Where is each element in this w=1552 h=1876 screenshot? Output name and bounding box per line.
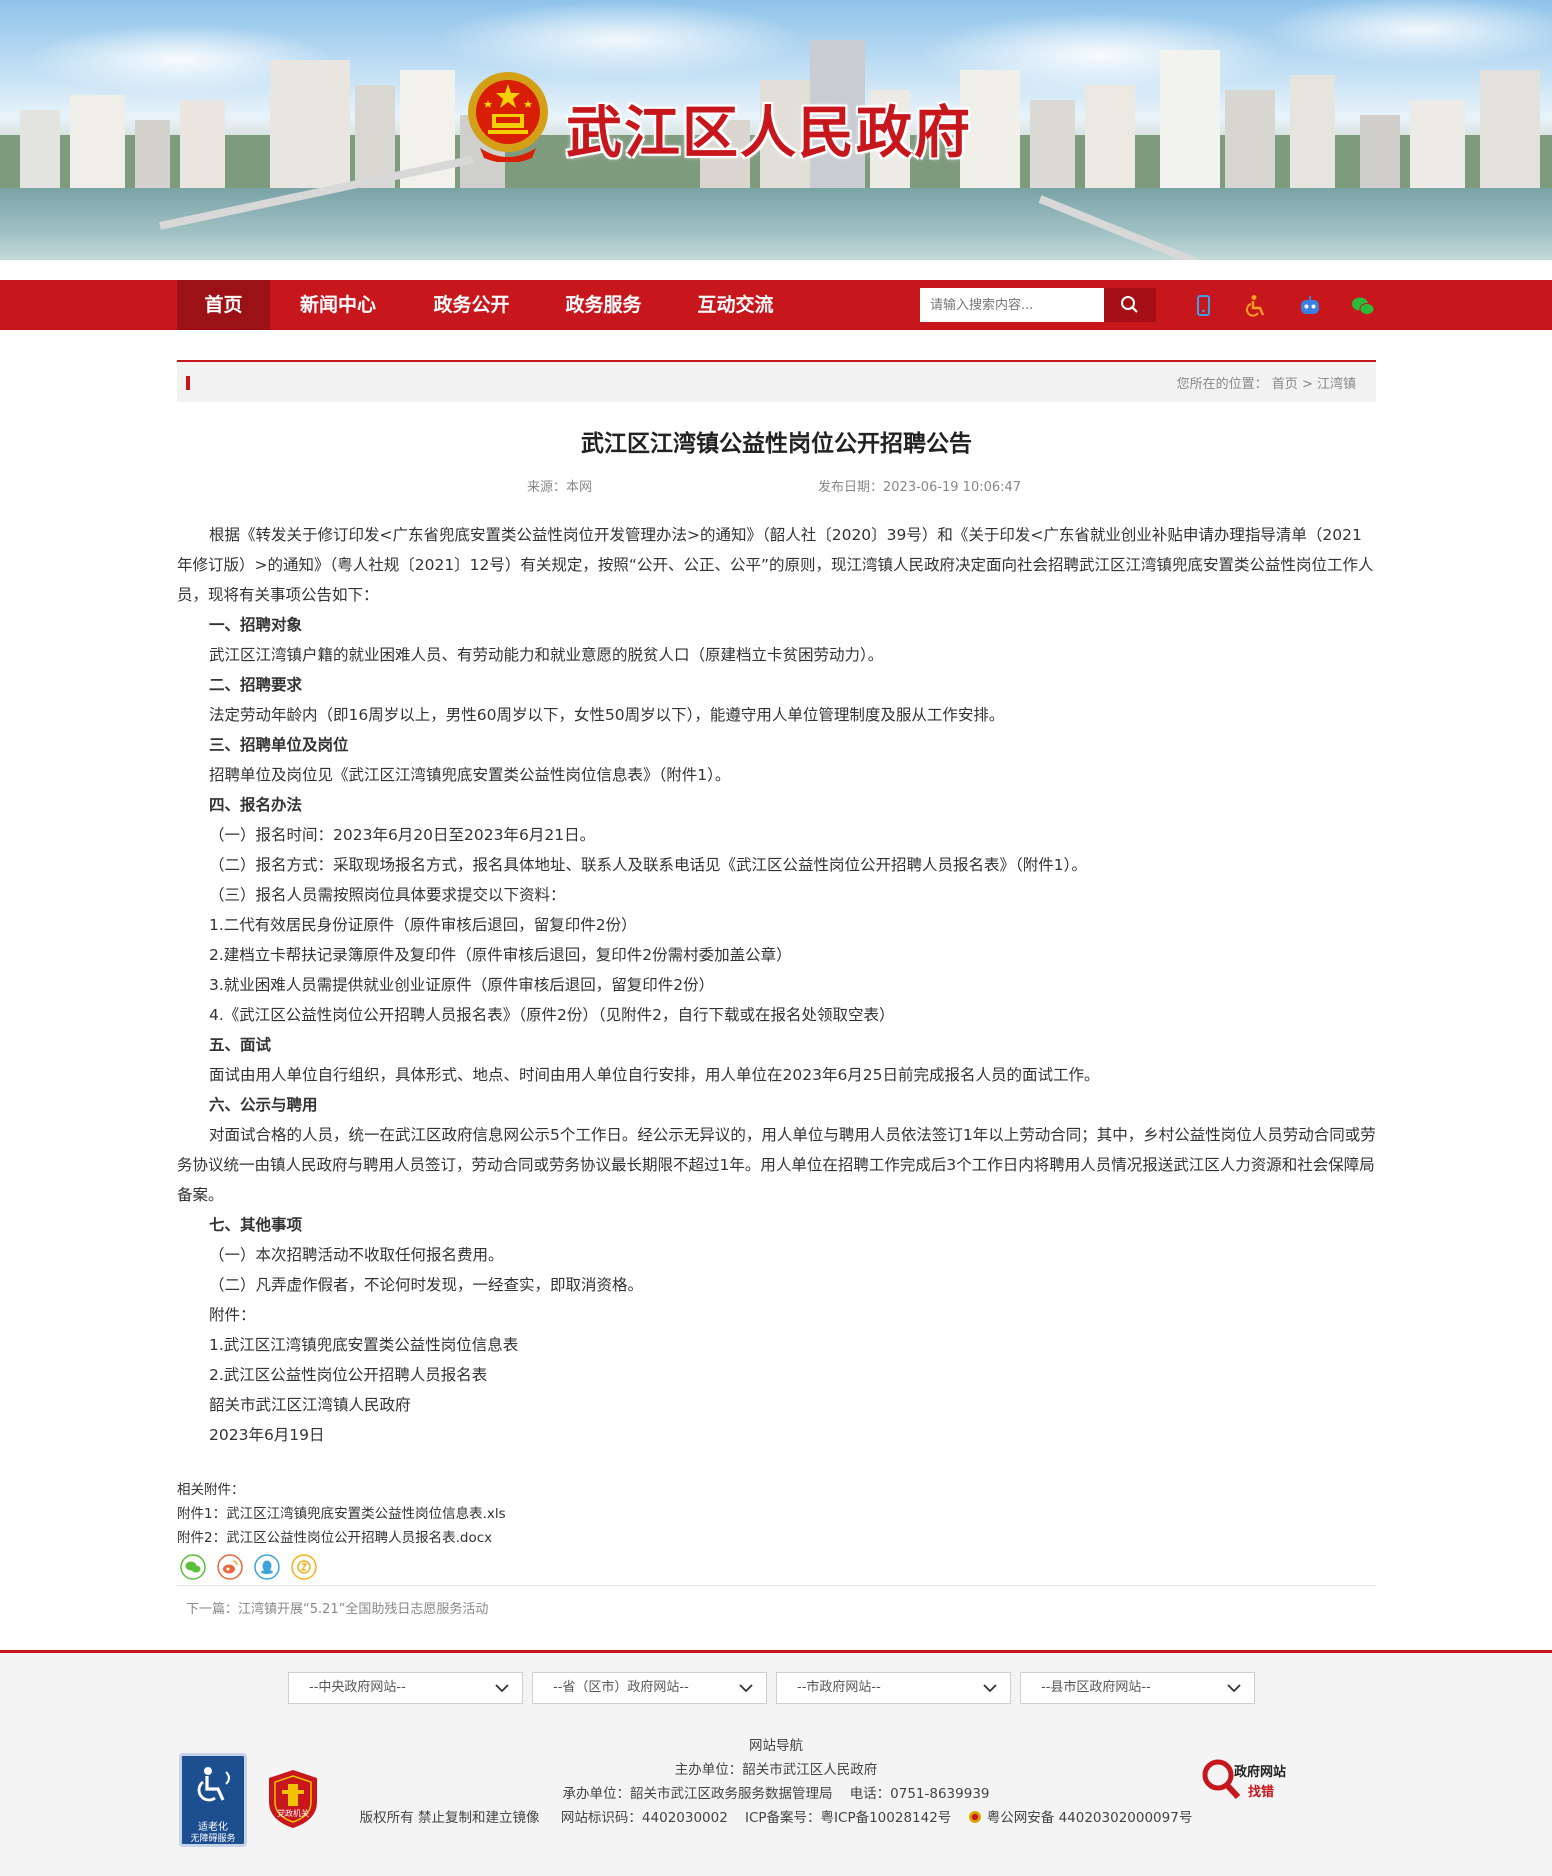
nav-item-gov-open[interactable]: 政务公开 xyxy=(406,280,537,330)
section-text: （二）报名方式：采取现场报名方式，报名具体地址、联系人及联系电话见《武江区公益性… xyxy=(209,856,1087,874)
police-record-link[interactable]: 粤公网安备 44020302000097号 xyxy=(987,1810,1193,1826)
select-value: --省（区市）政府网站-- xyxy=(553,1680,689,1695)
sitemap-link[interactable]: 网站导航 xyxy=(749,1738,803,1754)
organizer-text: 承办单位：韶关市武江区政务服务数据管理局 xyxy=(562,1786,833,1802)
icp-link[interactable]: ICP备案号：粤ICP备10028142号 xyxy=(745,1810,951,1826)
county-gov-sites-select[interactable]: --县市区政府网站-- xyxy=(1020,1672,1255,1704)
section-text: 1.二代有效居民身份证原件（原件审核后退回，留复印件2份） xyxy=(209,916,637,934)
accessibility-icon[interactable] xyxy=(1243,293,1269,319)
section-text: 法定劳动年龄内（即16周岁以上，男性60周岁以下，女性50周岁以下），能遵守用人… xyxy=(209,706,1005,724)
header-banner: 武江区人民政府 xyxy=(0,0,1552,260)
select-value: --中央政府网站-- xyxy=(309,1680,406,1695)
error-badge-line1: 政府网站 xyxy=(1234,1765,1287,1780)
province-gov-sites-select[interactable]: --省（区市）政府网站-- xyxy=(532,1672,767,1704)
river xyxy=(0,188,1552,260)
copyright-text: 版权所有 禁止复制和建立镜像 xyxy=(359,1810,540,1826)
breadcrumb-current-link[interactable]: 江湾镇 xyxy=(1317,377,1356,392)
attachment-link-docx[interactable]: 附件2：武江区公益性岗位公开招聘人员报名表.docx xyxy=(177,1530,492,1546)
section-text: （一）本次招聘活动不收取任何报名费用。 xyxy=(209,1246,504,1264)
section-text: （一）报名时间：2023年6月20日至2023年6月21日。 xyxy=(209,826,596,844)
breadcrumb-marker xyxy=(186,376,190,390)
signature-org: 韶关市武江区江湾镇人民政府 xyxy=(209,1396,411,1414)
article-title: 武江区江湾镇公益性岗位公开招聘公告 xyxy=(581,431,972,457)
attachment-heading: 附件： xyxy=(209,1306,256,1324)
section-text: 2.建档立卡帮扶记录簿原件及复印件（原件审核后退回，复印件2份需村委加盖公章） xyxy=(209,946,792,964)
section-heading: 三、招聘单位及岗位 xyxy=(209,736,349,754)
party-gov-label: 党政机关 xyxy=(277,1809,309,1818)
police-badge-icon xyxy=(969,1811,982,1823)
signature-date: 2023年6月19日 xyxy=(209,1426,325,1444)
party-gov-badge[interactable]: 党政机关 xyxy=(266,1768,320,1830)
nav-item-home[interactable]: 首页 xyxy=(177,280,270,330)
section-heading: 七、其他事项 xyxy=(209,1216,303,1234)
related-attachments: 相关附件： 附件1：武江区江湾镇兜底安置类公益性岗位信息表.xls 附件2：武江… xyxy=(177,1478,506,1550)
national-emblem-icon xyxy=(468,72,548,162)
wheelchair-icon xyxy=(197,1767,230,1802)
section-text: 4.《武江区公益性岗位公开招聘人员报名表》（原件2份）（见附件2，自行下载或在报… xyxy=(209,1006,895,1024)
nav-item-interaction[interactable]: 互动交流 xyxy=(670,280,801,330)
section-text: 武江区江湾镇户籍的就业困难人员、有劳动能力和就业意愿的脱贫人口（原建档立卡贫困劳… xyxy=(209,646,884,664)
mobile-icon[interactable] xyxy=(1190,293,1216,319)
attachment-item: 2.武江区公益性岗位公开招聘人员报名表 xyxy=(209,1366,488,1384)
breadcrumb-separator: > xyxy=(1301,377,1313,392)
nav-item-gov-service[interactable]: 政务服务 xyxy=(537,280,670,330)
section-text: 3.就业困难人员需提供就业创业证原件（原件审核后退回，留复印件2份） xyxy=(209,976,715,994)
elderly-accessibility-badge[interactable]: 适老化 无障碍服务 xyxy=(179,1753,247,1847)
error-badge-line2: 找错 xyxy=(1248,1785,1275,1800)
section-text: 招聘单位及岗位见《武江区江湾镇兜底安置类公益性岗位信息表》（附件1）。 xyxy=(209,766,731,784)
chevron-down-icon xyxy=(495,1684,509,1693)
search-button[interactable] xyxy=(1104,288,1156,322)
section-heading: 六、公示与聘用 xyxy=(209,1096,318,1114)
article-body: 根据《转发关于修订印发<广东省兜底安置类公益性岗位开发管理办法>的通知》（韶人社… xyxy=(177,520,1376,1450)
party-gov-emblem-icon xyxy=(269,1770,317,1828)
chevron-down-icon xyxy=(1227,1684,1241,1693)
site-code-text: 网站标识码：4402030002 xyxy=(560,1810,728,1826)
article-date: 发布日期：2023-06-19 10:06:47 xyxy=(818,480,1022,495)
robot-icon[interactable] xyxy=(1297,293,1323,319)
section-heading: 五、面试 xyxy=(209,1036,272,1054)
article-intro: 根据《转发关于修订印发<广东省兜底安置类公益性岗位开发管理办法>的通知》（韶人社… xyxy=(177,526,1374,604)
next-article-link[interactable]: 下一篇：江湾镇开展“5.21”全国助残日志愿服务活动 xyxy=(186,1598,488,1617)
site-title: 武江区人民政府 xyxy=(566,103,972,165)
qzone-share-icon[interactable] xyxy=(291,1554,317,1580)
wechat-share-icon[interactable] xyxy=(180,1554,206,1580)
gov-site-error-report-badge[interactable]: 政府网站 找错 xyxy=(1200,1755,1304,1805)
wechat-icon[interactable] xyxy=(1350,293,1376,319)
attachment-item: 1.武江区江湾镇兜底安置类公益性岗位信息表 xyxy=(209,1336,519,1354)
city-gov-sites-select[interactable]: --市政府网站-- xyxy=(776,1672,1011,1704)
attachment-link-xls[interactable]: 附件1：武江区江湾镇兜底安置类公益性岗位信息表.xls xyxy=(177,1506,506,1522)
section-text: （二）凡弄虚作假者，不论何时发现，一经查实，即取消资格。 xyxy=(209,1276,644,1294)
central-gov-sites-select[interactable]: --中央政府网站-- xyxy=(288,1672,523,1704)
article-source: 来源：本网 xyxy=(527,480,593,495)
weibo-share-icon[interactable] xyxy=(217,1554,243,1580)
breadcrumb: 您所在的位置： 首页 > 江湾镇 xyxy=(177,360,1376,402)
section-text: 面试由用人单位自行组织，具体形式、地点、时间由用人单位自行安排，用人单位在202… xyxy=(209,1066,1100,1084)
section-heading: 二、招聘要求 xyxy=(209,676,303,694)
search-input[interactable] xyxy=(920,288,1104,322)
section-text: 对面试合格的人员，统一在武江区政府信息网公示5个工作日。经公示无异议的，用人单位… xyxy=(177,1126,1376,1204)
breadcrumb-prefix: 您所在的位置： xyxy=(1176,377,1268,392)
attachments-label: 相关附件： xyxy=(177,1482,245,1498)
section-heading: 一、招聘对象 xyxy=(209,616,303,634)
select-value: --市政府网站-- xyxy=(797,1680,881,1695)
phone-text: 电话：0751-8639939 xyxy=(849,1786,990,1802)
section-text: （三）报名人员需按照岗位具体要求提交以下资料： xyxy=(209,886,566,904)
breadcrumb-home-link[interactable]: 首页 xyxy=(1272,377,1298,392)
nav-item-news[interactable]: 新闻中心 xyxy=(270,280,406,330)
breadcrumb-text: 您所在的位置： 首页 > 江湾镇 xyxy=(1177,373,1356,392)
qq-share-icon[interactable] xyxy=(254,1554,280,1580)
select-value: --县市区政府网站-- xyxy=(1041,1680,1151,1695)
main-nav: 首页 新闻中心 政务公开 政务服务 互动交流 xyxy=(0,280,1552,330)
a11y-badge-line2: 无障碍服务 xyxy=(190,1834,236,1844)
chevron-down-icon xyxy=(983,1684,997,1693)
footer-sitemap: 网站导航 xyxy=(0,1734,1552,1754)
chevron-down-icon xyxy=(739,1684,753,1693)
search-icon xyxy=(1121,296,1138,313)
divider xyxy=(177,1585,1376,1586)
nav-menu: 首页 新闻中心 政务公开 政务服务 互动交流 xyxy=(177,280,801,330)
section-heading: 四、报名办法 xyxy=(209,796,303,814)
